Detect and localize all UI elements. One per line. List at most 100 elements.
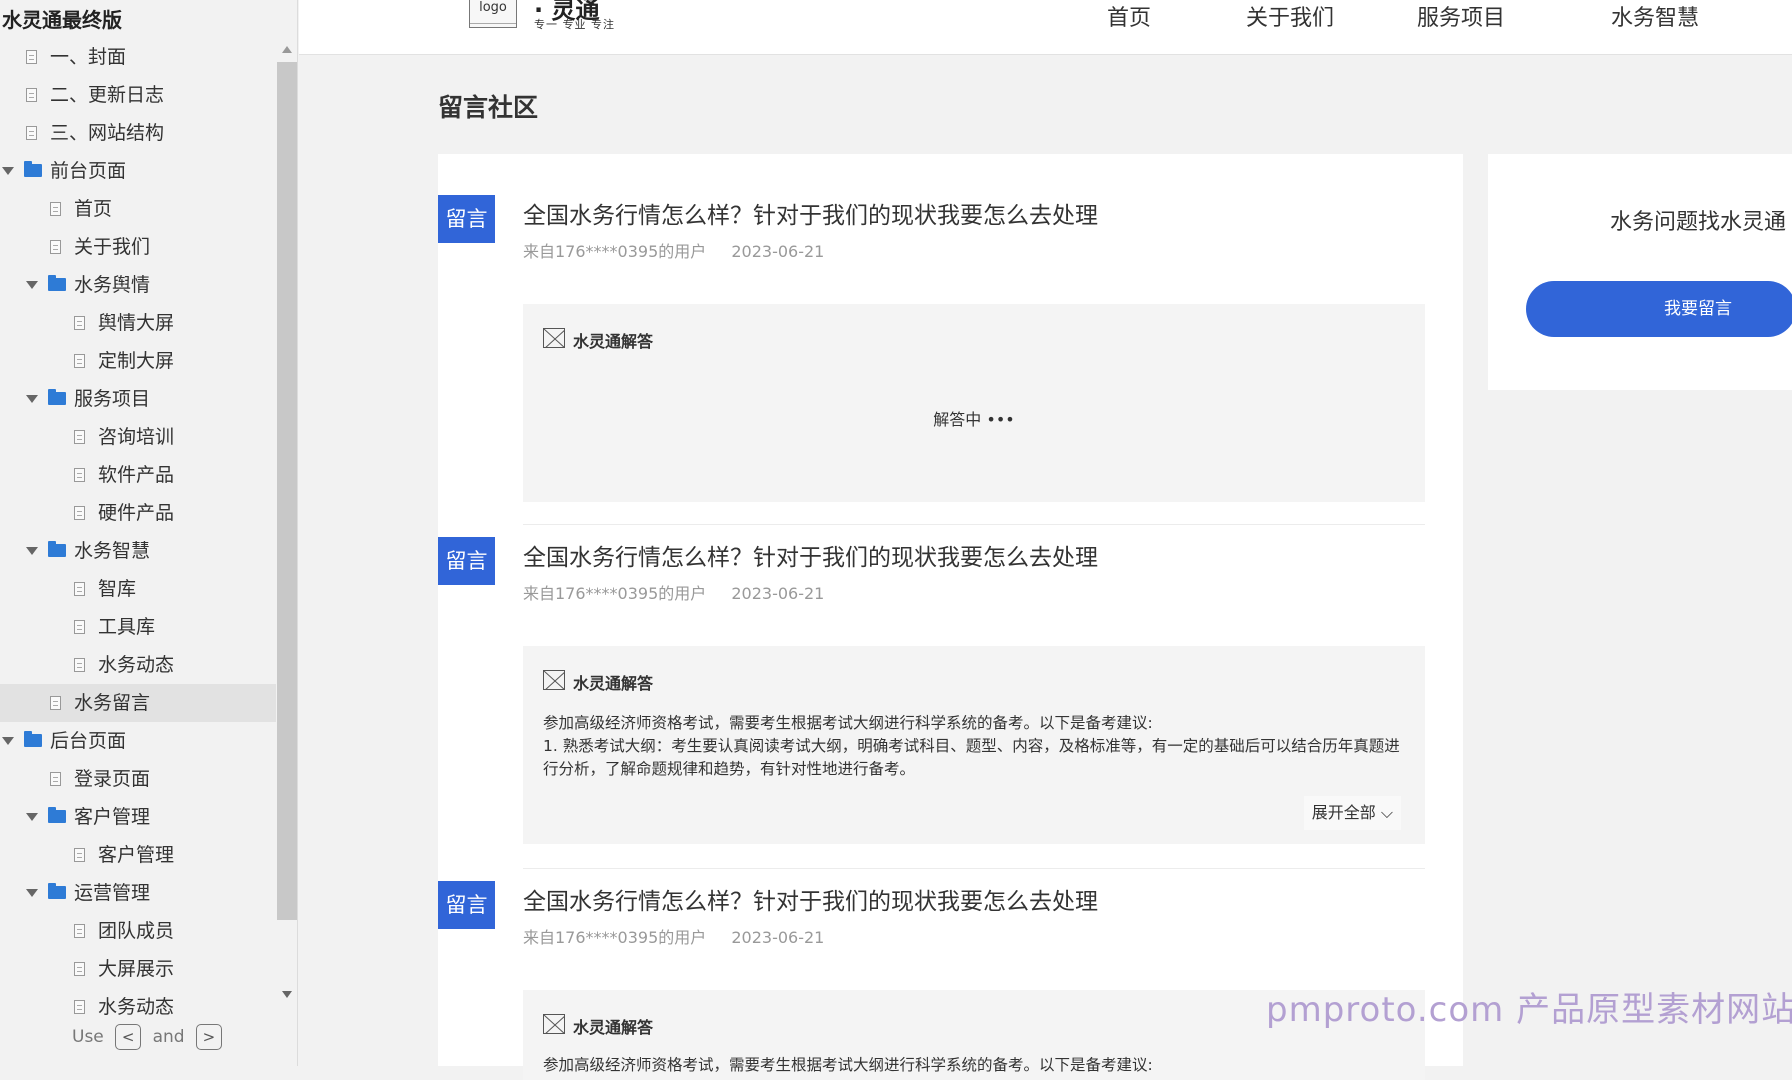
sidebar-item[interactable]: 团队成员 bbox=[0, 912, 276, 950]
page-icon bbox=[74, 962, 85, 976]
sidebar-item-label: 后台页面 bbox=[50, 730, 127, 752]
image-placeholder-icon bbox=[543, 670, 565, 690]
sidebar-item[interactable]: 水务动态 bbox=[0, 646, 276, 684]
folder-icon bbox=[48, 389, 66, 405]
nav-hint-prefix: Use bbox=[72, 1027, 104, 1047]
message-title[interactable]: 全国水务行情怎么样？针对于我们的现状我要怎么去处理 bbox=[523, 882, 1098, 916]
expand-all-button[interactable]: 展开全部 ⌵ bbox=[1303, 796, 1401, 830]
sidebar-item-label: 水务智慧 bbox=[74, 540, 151, 562]
sidebar-item[interactable]: 咨询培训 bbox=[0, 418, 276, 456]
sidebar-item[interactable]: 软件产品 bbox=[0, 456, 276, 494]
site-watermark: pmproto.com 产品原型素材网站 bbox=[1266, 990, 1792, 1030]
sidebar-item-label: 水务动态 bbox=[98, 654, 175, 676]
answer-pending-status: 解答中 ••• bbox=[933, 410, 1015, 429]
sidebar-item[interactable]: 工具库 bbox=[0, 608, 276, 646]
page-title: 留言社区 bbox=[438, 93, 539, 122]
sidebar-tree: 一、封面 二、更新日志 三、网站结构 前台页面 首页关于我们水务舆情舆情大屏定制大屏服务… bbox=[0, 38, 276, 1026]
sidebar-item-label: 团队成员 bbox=[98, 920, 175, 942]
message-title[interactable]: 全国水务行情怎么样？针对于我们的现状我要怎么去处理 bbox=[523, 538, 1098, 572]
post-divider bbox=[523, 868, 1425, 869]
scroll-up-arrow-icon[interactable] bbox=[282, 46, 292, 53]
prev-page-key[interactable]: < bbox=[115, 1024, 142, 1050]
sidebar-item-label: 工具库 bbox=[98, 616, 156, 638]
page-icon bbox=[74, 582, 85, 596]
sidebar-item-label: 水务留言 bbox=[74, 692, 151, 714]
sidebar-item-label: 舆情大屏 bbox=[98, 312, 175, 334]
nav-about-us[interactable]: 关于我们 bbox=[1246, 0, 1334, 32]
sidebar-item[interactable]: 后台页面 bbox=[0, 722, 276, 760]
page-icon bbox=[50, 240, 61, 254]
expand-caret-icon[interactable] bbox=[2, 167, 14, 175]
sidebar-item[interactable]: 服务项目 bbox=[0, 380, 276, 418]
sidebar-item[interactable]: 运营管理 bbox=[0, 874, 276, 912]
folder-icon bbox=[48, 275, 66, 291]
sidebar-item[interactable]: 三、网站结构 bbox=[0, 114, 276, 152]
answer-label: 水灵通解答 bbox=[573, 674, 654, 693]
sidebar-item[interactable]: 大屏展示 bbox=[0, 950, 276, 988]
leave-message-card: 水务问题找水灵通 我要留言 bbox=[1488, 154, 1792, 390]
expand-caret-icon[interactable] bbox=[26, 281, 38, 289]
sidebar-item[interactable]: 水务动态 bbox=[0, 988, 276, 1026]
sidebar-item[interactable]: 二、更新日志 bbox=[0, 76, 276, 114]
nav-home[interactable]: 首页 bbox=[1107, 0, 1151, 32]
scroll-down-arrow-icon[interactable] bbox=[282, 991, 292, 998]
sidebar-item[interactable]: 前台页面 bbox=[0, 152, 276, 190]
answer-box: 水灵通解答 参加高级经济师资格考试，需要考生根据考试大纲进行科学系统的备考。以下… bbox=[523, 646, 1425, 844]
sidebar-scrollbar-thumb[interactable] bbox=[277, 62, 297, 920]
message-meta: 来自176****0395的用户 2023-06-21 bbox=[523, 924, 824, 948]
sidebar-item[interactable]: 一、封面 bbox=[0, 38, 276, 76]
sidebar-item[interactable]: 舆情大屏 bbox=[0, 304, 276, 342]
sidebar-item[interactable]: 首页 bbox=[0, 190, 276, 228]
sidebar-item[interactable]: 客户管理 bbox=[0, 798, 276, 836]
answer-box: 水灵通解答 解答中 ••• bbox=[523, 304, 1425, 502]
sidebar-item[interactable]: 智库 bbox=[0, 570, 276, 608]
sidebar-item-label: 客户管理 bbox=[98, 844, 175, 866]
page-icon bbox=[74, 620, 85, 634]
message-badge: 留言 bbox=[438, 881, 495, 929]
nav-hint-middle: and bbox=[152, 1027, 185, 1047]
sidebar-item-label: 水务动态 bbox=[98, 996, 175, 1018]
logo-placeholder[interactable]: logo bbox=[469, 0, 517, 28]
sidebar-item[interactable]: 关于我们 bbox=[0, 228, 276, 266]
message-list-panel: 留言 全国水务行情怎么样？针对于我们的现状我要怎么去处理 来自176****03… bbox=[438, 154, 1463, 1080]
answer-label: 水灵通解答 bbox=[573, 332, 654, 351]
sidebar-item-label: 关于我们 bbox=[74, 236, 151, 258]
nav-services[interactable]: 服务项目 bbox=[1417, 0, 1505, 32]
sidebar-item[interactable]: 客户管理 bbox=[0, 836, 276, 874]
leave-message-button[interactable]: 我要留言 bbox=[1526, 281, 1792, 337]
sidebar-item-label: 大屏展示 bbox=[98, 958, 175, 980]
expand-caret-icon[interactable] bbox=[2, 737, 14, 745]
sidebar-item-label: 运营管理 bbox=[74, 882, 151, 904]
page-icon bbox=[74, 506, 85, 520]
image-placeholder-icon bbox=[543, 328, 565, 348]
sidebar-item[interactable]: 定制大屏 bbox=[0, 342, 276, 380]
sidebar-item-label: 服务项目 bbox=[74, 388, 151, 410]
sidebar-item-label: 咨询培训 bbox=[98, 426, 175, 448]
sidebar-item[interactable]: 水务舆情 bbox=[0, 266, 276, 304]
sidebar-item[interactable]: 硬件产品 bbox=[0, 494, 276, 532]
sidebar-item[interactable]: 水务智慧 bbox=[0, 532, 276, 570]
nav-water-wisdom[interactable]: 水务智慧 bbox=[1611, 0, 1699, 32]
expand-caret-icon[interactable] bbox=[26, 547, 38, 555]
answer-line: 参加高级经济师资格考试，需要考生根据考试大纲进行科学系统的备考。以下是备考建议: bbox=[543, 714, 1153, 732]
message-badge: 留言 bbox=[438, 195, 495, 243]
expand-caret-icon[interactable] bbox=[26, 395, 38, 403]
answer-label: 水灵通解答 bbox=[573, 1018, 654, 1037]
sidebar-item[interactable]: 水务留言 bbox=[0, 684, 276, 722]
page-icon bbox=[74, 354, 85, 368]
image-placeholder-icon bbox=[543, 1014, 565, 1034]
expand-caret-icon[interactable] bbox=[26, 889, 38, 897]
message-title[interactable]: 全国水务行情怎么样？针对于我们的现状我要怎么去处理 bbox=[523, 196, 1098, 230]
brand-slogan: 专一 专业 专注 bbox=[534, 18, 615, 31]
message-meta: 来自176****0395的用户 2023-06-21 bbox=[523, 580, 824, 604]
expand-caret-icon[interactable] bbox=[26, 813, 38, 821]
next-page-key[interactable]: > bbox=[195, 1024, 222, 1050]
message-user: 来自176****0395的用户 bbox=[523, 928, 707, 947]
folder-icon bbox=[48, 807, 66, 823]
page-icon bbox=[26, 88, 37, 102]
folder-icon bbox=[48, 541, 66, 557]
sidebar-item-label: 水务舆情 bbox=[74, 274, 151, 296]
sidebar-item[interactable]: 登录页面 bbox=[0, 760, 276, 798]
card-hint-text: 水务问题找水灵通 bbox=[1610, 210, 1787, 235]
page-icon bbox=[74, 924, 85, 938]
